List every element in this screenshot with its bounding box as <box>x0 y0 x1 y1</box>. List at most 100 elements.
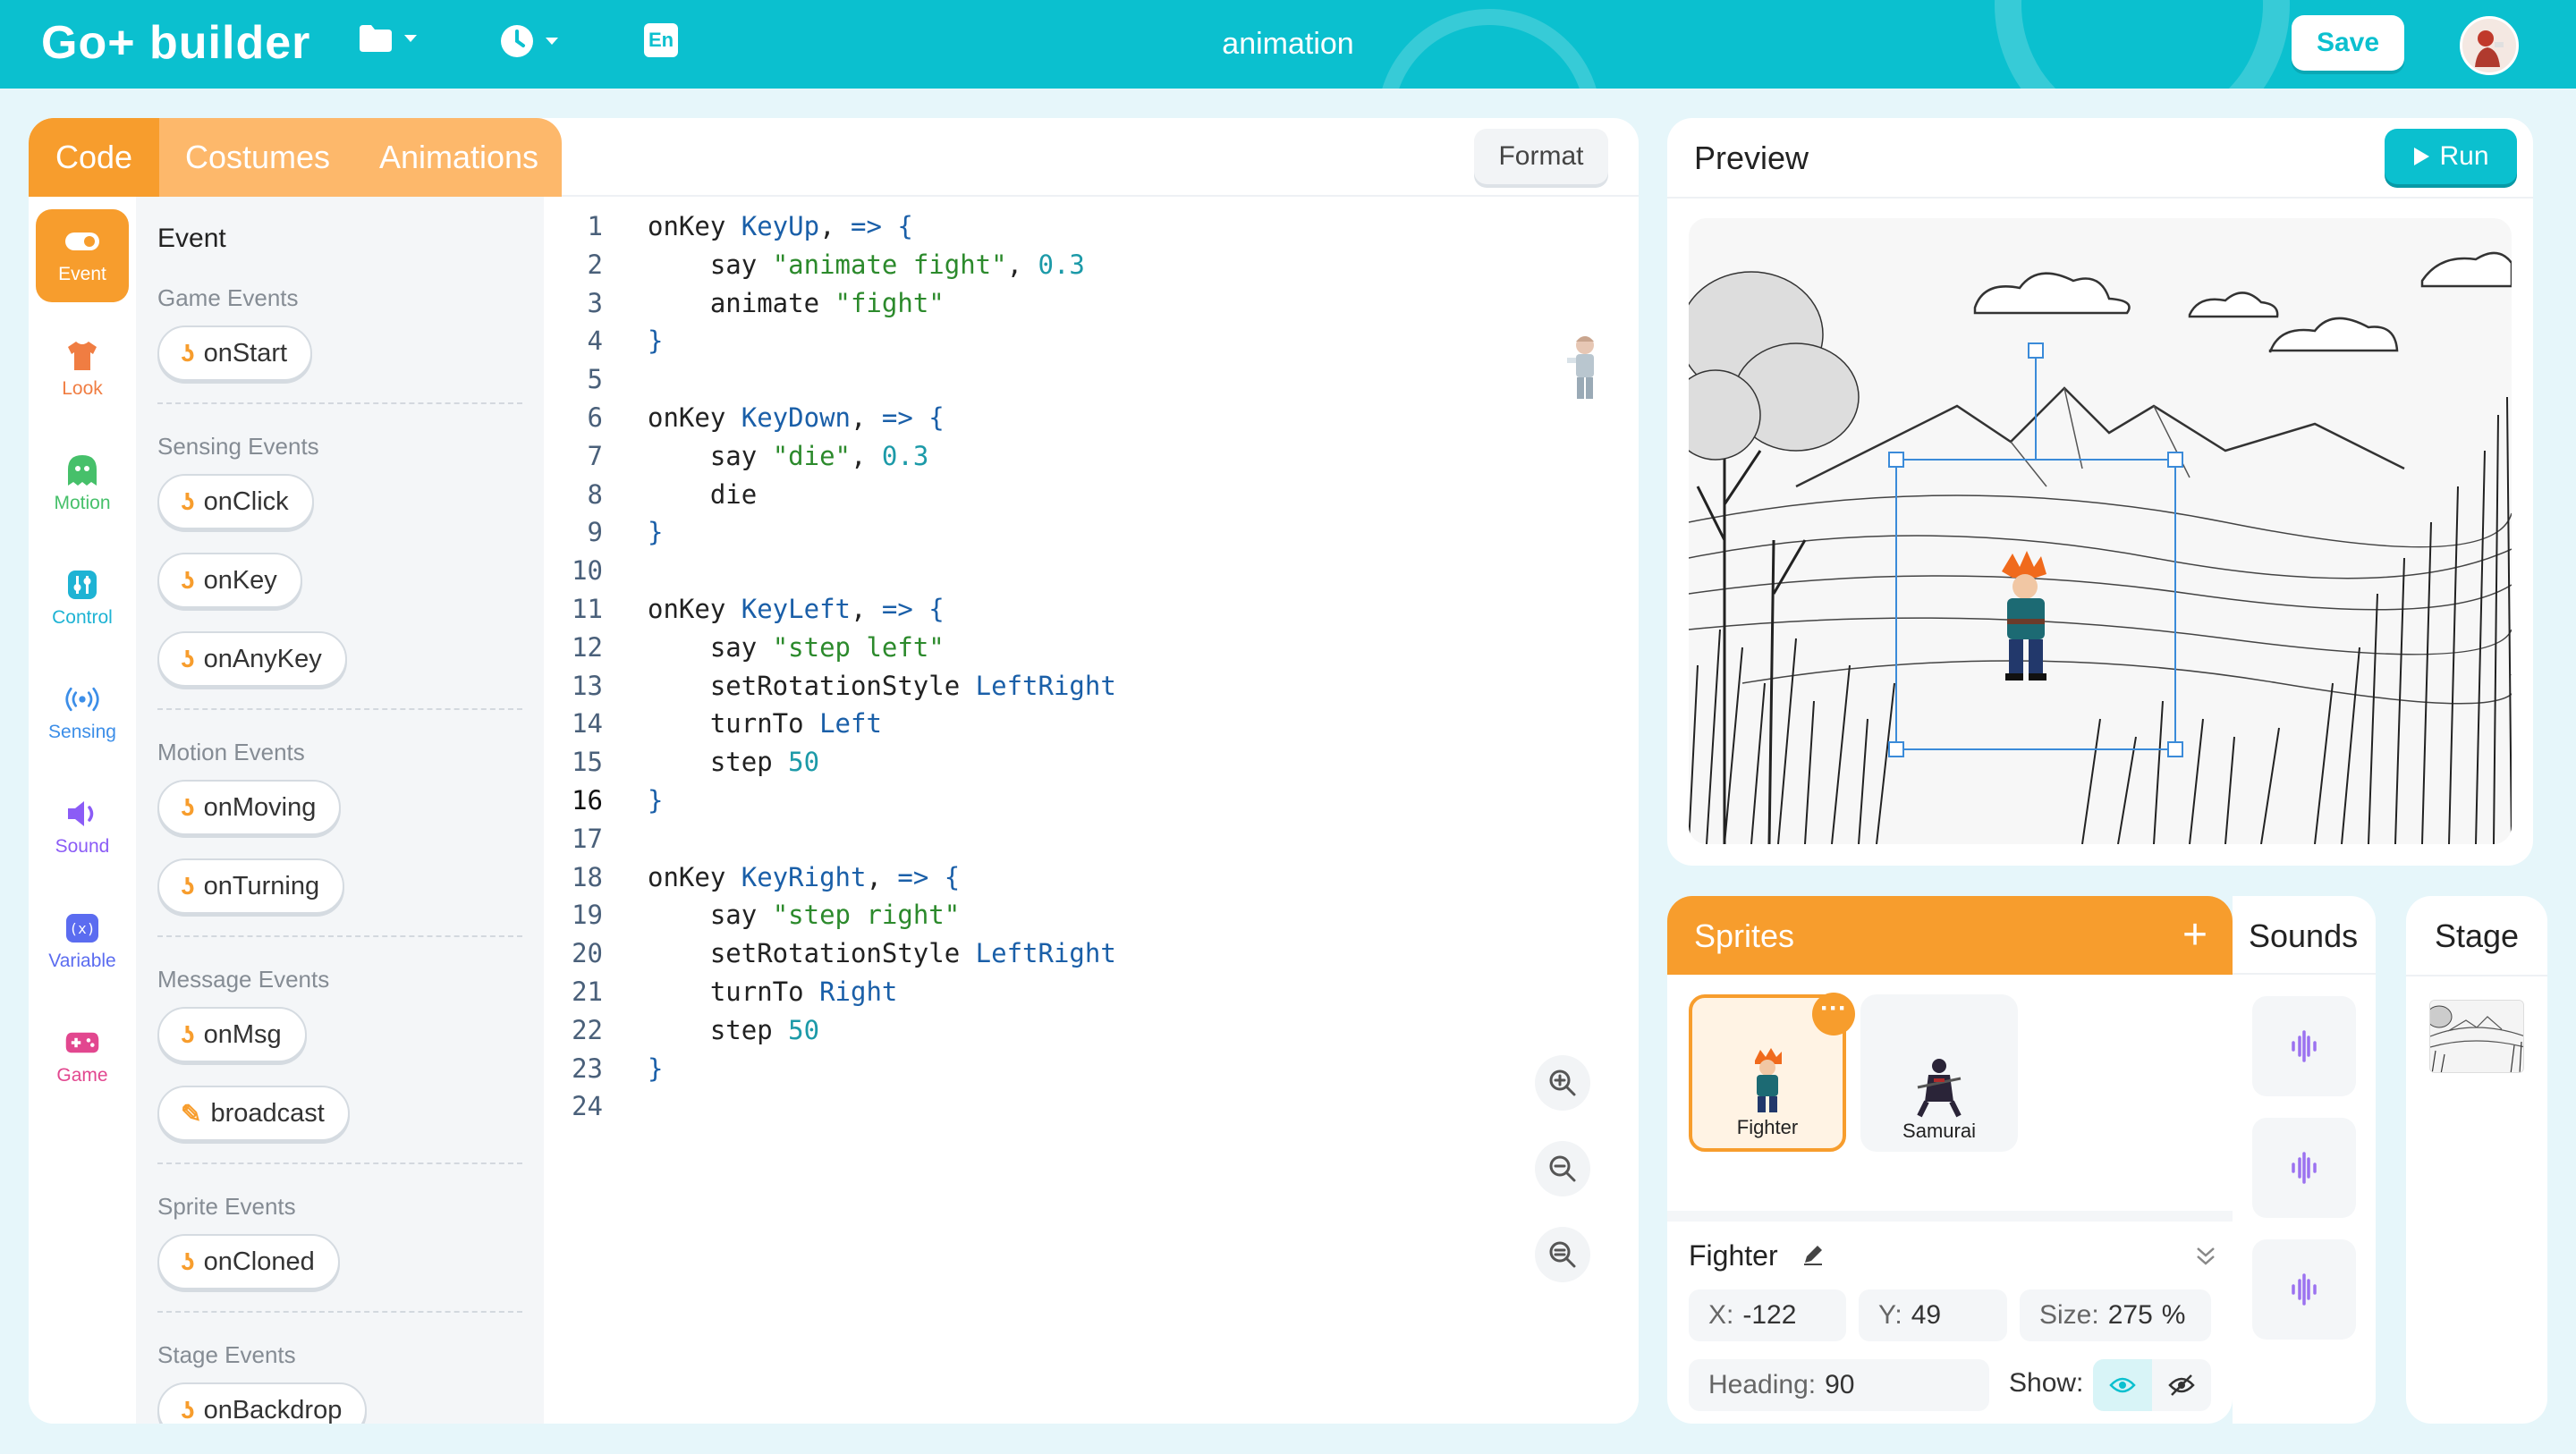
line-number: 5 <box>587 364 603 395</box>
sound-item[interactable] <box>2252 1239 2356 1340</box>
size-unit: % <box>2161 1300 2186 1330</box>
block-oncloned[interactable]: ʖ onCloned <box>157 1234 340 1289</box>
code-editor[interactable]: 1 onKey KeyUp, => {2 say "animate fight",… <box>544 197 1639 1424</box>
sprite-card-fighter[interactable]: ··· Fighter <box>1689 993 1855 1152</box>
zoom-reset-button[interactable] <box>1535 1227 1590 1282</box>
run-button[interactable]: Run <box>2385 129 2517 184</box>
code-line[interactable]: 13 setRotationStyle LeftRight <box>544 667 1438 705</box>
code-line[interactable]: 7 say "die", 0.3 <box>544 437 1438 475</box>
code-line[interactable]: 6 onKey KeyDown, => { <box>544 399 1438 436</box>
code-line[interactable]: 5 <box>544 360 1438 398</box>
code-text: animate "fight" <box>648 287 945 318</box>
size-field[interactable]: Size: 275 % <box>2020 1289 2211 1341</box>
y-value: 49 <box>1911 1300 1942 1330</box>
zoom-out-button[interactable] <box>1535 1141 1590 1196</box>
code-line[interactable]: 9} <box>544 513 1438 551</box>
editor-tabs-bar: Code Costumes Animations Format <box>29 118 1639 197</box>
add-sprite-button[interactable]: + <box>2182 910 2207 959</box>
more-options-icon[interactable]: ··· <box>1812 993 1855 1036</box>
hide-button[interactable] <box>2152 1359 2211 1411</box>
format-button[interactable]: Format <box>1474 129 1608 184</box>
gamepad-icon <box>64 1027 100 1058</box>
code-panel: Code Costumes Animations Format Event Lo… <box>29 118 1639 1424</box>
sounds-title[interactable]: Sounds <box>2249 917 2358 955</box>
ear-icon: ʖ <box>181 872 195 900</box>
toggle-icon <box>64 226 100 257</box>
code-line[interactable]: 8 die <box>544 476 1438 513</box>
category-label: Variable <box>48 951 116 971</box>
edit-name-icon[interactable] <box>1800 1241 1826 1268</box>
block-onmsg[interactable]: ʖ onMsg <box>157 1007 307 1062</box>
avatar-image <box>2475 30 2504 67</box>
block-onkey[interactable]: ʖ onKey <box>157 553 302 608</box>
category-sensing[interactable]: Sensing <box>36 667 129 760</box>
code-line[interactable]: 2 say "animate fight", 0.3 <box>544 246 1438 283</box>
block-broadcast[interactable]: ✎ broadcast <box>157 1086 350 1141</box>
block-label: onStart <box>203 338 288 368</box>
block-onclick[interactable]: ʖ onClick <box>157 474 314 529</box>
block-label: onClick <box>203 486 289 516</box>
ear-icon: ʖ <box>181 339 195 367</box>
line-number: 11 <box>572 594 603 624</box>
code-line[interactable]: 20 setRotationStyle LeftRight <box>544 934 1438 972</box>
x-field[interactable]: X: -122 <box>1689 1289 1846 1341</box>
tab-costumes[interactable]: Costumes <box>159 118 356 197</box>
code-line[interactable]: 12 say "step left" <box>544 629 1438 666</box>
code-line[interactable]: 24 <box>544 1087 1438 1125</box>
sound-item[interactable] <box>2252 1118 2356 1218</box>
code-line[interactable]: 18 onKey KeyRight, => { <box>544 858 1438 896</box>
code-line[interactable]: 1 onKey KeyUp, => { <box>544 207 1438 245</box>
samurai-thumbnail <box>1917 1059 1962 1118</box>
zoom-in-button[interactable] <box>1535 1055 1590 1111</box>
stage-canvas[interactable] <box>1689 218 2512 844</box>
save-button[interactable]: Save <box>2292 15 2404 71</box>
code-line[interactable]: 23} <box>544 1050 1438 1087</box>
block-onturning[interactable]: ʖ onTurning <box>157 858 345 914</box>
backdrop-thumbnail[interactable] <box>2429 1000 2524 1073</box>
line-number: 12 <box>572 631 603 663</box>
user-avatar[interactable] <box>2460 16 2519 75</box>
code-line[interactable]: 16} <box>544 782 1438 819</box>
block-onbackdrop[interactable]: ʖ onBackdrop <box>157 1382 368 1424</box>
variable-icon: (x) <box>64 913 100 943</box>
category-event[interactable]: Event <box>36 209 129 302</box>
code-line[interactable]: 15 step 50 <box>544 743 1438 781</box>
code-line[interactable]: 10 <box>544 552 1438 589</box>
show-button[interactable] <box>2093 1359 2152 1411</box>
tab-code[interactable]: Code <box>29 118 159 197</box>
line-number: 2 <box>587 249 603 280</box>
group-divider <box>157 402 522 404</box>
category-motion[interactable]: Motion <box>36 438 129 531</box>
category-control[interactable]: Control <box>36 553 129 646</box>
code-line[interactable]: 3 animate "fight" <box>544 284 1438 322</box>
signal-icon <box>64 684 100 714</box>
code-line[interactable]: 17 <box>544 820 1438 858</box>
category-look[interactable]: Look <box>36 324 129 417</box>
group-label: Stage Events <box>157 1341 296 1368</box>
chevron-double-down-icon[interactable] <box>2193 1243 2218 1268</box>
y-field[interactable]: Y: 49 <box>1859 1289 2007 1341</box>
block-label: onKey <box>203 565 277 595</box>
code-line[interactable]: 11 onKey KeyLeft, => { <box>544 590 1438 628</box>
stage-title[interactable]: Stage <box>2406 917 2547 955</box>
size-value: 275 <box>2107 1300 2153 1330</box>
code-line[interactable]: 4} <box>544 322 1438 359</box>
category-label: Control <box>52 607 113 628</box>
code-text: onKey KeyLeft, => { <box>648 594 945 624</box>
category-game[interactable]: Game <box>36 1010 129 1103</box>
code-line[interactable]: 21 turnTo Right <box>544 973 1438 1010</box>
code-line[interactable]: 19 say "step right" <box>544 896 1438 934</box>
sprite-card-samurai[interactable]: Samurai <box>1860 994 2018 1152</box>
block-onmoving[interactable]: ʖ onMoving <box>157 780 342 835</box>
shirt-icon <box>64 341 100 371</box>
category-label: Sensing <box>48 722 116 742</box>
code-line[interactable]: 22 step 50 <box>544 1011 1438 1049</box>
category-sound[interactable]: Sound <box>36 782 129 875</box>
block-onanykey[interactable]: ʖ onAnyKey <box>157 631 347 687</box>
code-line[interactable]: 14 turnTo Left <box>544 705 1438 742</box>
heading-field[interactable]: Heading: 90 <box>1689 1359 1989 1411</box>
block-onstart[interactable]: ʖ onStart <box>157 325 313 381</box>
sound-item[interactable] <box>2252 996 2356 1096</box>
category-variable[interactable]: (x) Variable <box>36 896 129 989</box>
tab-animations[interactable]: Animations <box>356 118 562 197</box>
